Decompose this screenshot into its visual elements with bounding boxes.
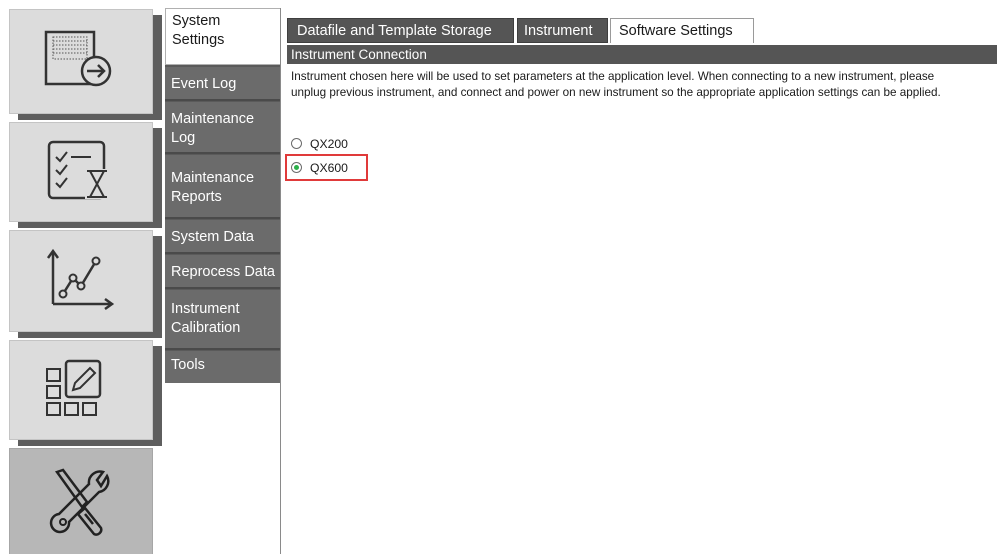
line-chart-icon bbox=[46, 248, 115, 311]
subnav-item-system-settings[interactable]: System Settings bbox=[165, 8, 280, 65]
radio-button[interactable] bbox=[291, 138, 302, 149]
subnav-item-label-line2: Settings bbox=[172, 32, 225, 48]
subnav-item-label: System bbox=[172, 13, 221, 29]
tools-icon bbox=[49, 468, 110, 536]
data-export-icon bbox=[44, 30, 112, 86]
subnav-item-system-data[interactable]: System Data bbox=[165, 220, 280, 254]
rail-plate-button[interactable] bbox=[9, 340, 153, 440]
subnav-item-reprocess-data[interactable]: Reprocess Data bbox=[165, 255, 280, 289]
plate-layout-edit-icon bbox=[46, 359, 102, 416]
subnav-item-label-line2: Log bbox=[171, 130, 196, 146]
tab-instrument[interactable]: Instrument bbox=[517, 18, 608, 43]
subnav-item-label: Instrument bbox=[171, 301, 240, 317]
subnav-item-instrument-calibration[interactable]: Instrument Calibration bbox=[165, 290, 280, 350]
tab-datafile-template-storage[interactable]: Datafile and Template Storage bbox=[287, 18, 514, 43]
subnav-item-event-log[interactable]: Event Log bbox=[165, 67, 280, 101]
tab-software-settings[interactable]: Software Settings bbox=[610, 18, 754, 43]
subnav-divider bbox=[280, 8, 281, 554]
subnav-item-label: Event Log bbox=[171, 76, 237, 92]
tab-label: Datafile and Template Storage bbox=[297, 23, 492, 39]
subnav-item-label: Maintenance bbox=[171, 111, 255, 127]
radio-label: QX200 bbox=[310, 137, 348, 151]
rail-tools-button[interactable] bbox=[9, 448, 153, 554]
rail-runs-button[interactable] bbox=[9, 122, 153, 222]
subnav-item-label: Reprocess Data bbox=[171, 264, 275, 280]
subnav-item-label: Maintenance bbox=[171, 170, 255, 186]
icon-rail bbox=[0, 0, 165, 554]
rail-analysis-button[interactable] bbox=[9, 230, 153, 332]
subnav-item-maintenance-reports[interactable]: Maintenance Reports bbox=[165, 155, 280, 219]
subnav-item-label: Tools bbox=[171, 357, 205, 373]
subnav-item-label-line2: Reports bbox=[171, 189, 222, 205]
highlight-annotation-box bbox=[285, 154, 368, 181]
tab-label: Instrument bbox=[524, 23, 593, 39]
subnav-item-label-line2: Calibration bbox=[171, 320, 241, 336]
checklist-hourglass-icon bbox=[47, 140, 109, 200]
tab-label: Software Settings bbox=[619, 23, 733, 39]
subnav-item-tools[interactable]: Tools bbox=[165, 351, 280, 383]
settings-subnav: System Settings Event Log Maintenance Lo… bbox=[165, 8, 280, 554]
rail-export-button[interactable] bbox=[9, 9, 153, 114]
subnav-item-label: System Data bbox=[171, 229, 254, 245]
subnav-item-maintenance-log[interactable]: Maintenance Log bbox=[165, 102, 280, 154]
section-header: Instrument Connection bbox=[287, 45, 997, 64]
section-description: Instrument chosen here will be used to s… bbox=[291, 70, 941, 99]
